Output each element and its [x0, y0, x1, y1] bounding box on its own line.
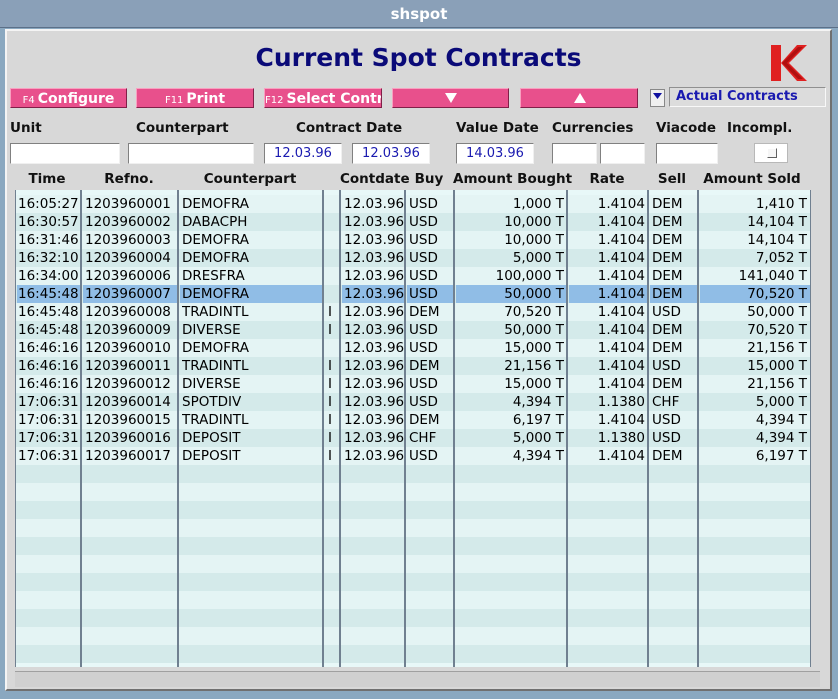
- contract-date-label: Contract Date: [296, 120, 403, 136]
- column-divider: [454, 190, 567, 667]
- column-divider: [15, 190, 81, 667]
- column-divider: [323, 190, 340, 667]
- column-divider: [178, 190, 323, 667]
- currencies-label: Currencies: [552, 120, 634, 136]
- contract-date-from-input[interactable]: 12.03.96: [264, 143, 342, 164]
- print-key: F11: [164, 95, 184, 106]
- column-divider: [81, 190, 178, 667]
- column-divider: [698, 190, 811, 667]
- select-label: Select Contr.: [286, 91, 382, 107]
- currency-1-input[interactable]: [552, 143, 597, 164]
- scroll-up-button[interactable]: [520, 88, 638, 108]
- column-divider: [567, 190, 648, 667]
- viacode-label: Viacode: [656, 120, 717, 136]
- view-dropdown[interactable]: Actual Contracts: [669, 87, 826, 107]
- col-header-counterpart[interactable]: Counterpart: [179, 171, 321, 189]
- checkbox-indicator: [767, 148, 777, 158]
- col-header-buy[interactable]: Buy: [405, 171, 453, 189]
- counterpart-input[interactable]: [128, 143, 254, 164]
- triangle-up-icon: [574, 93, 586, 103]
- print-label: Print: [186, 91, 226, 107]
- contract-date-to-input[interactable]: 12.03.96: [352, 143, 430, 164]
- scroll-down-button[interactable]: [392, 88, 509, 108]
- col-header-amount-sold[interactable]: Amount Sold: [697, 171, 807, 189]
- configure-label: Configure: [37, 91, 115, 107]
- col-header-sell[interactable]: Sell: [647, 171, 697, 189]
- triangle-down-icon: [445, 93, 457, 103]
- print-button[interactable]: F11 Print: [136, 88, 254, 108]
- configure-key: F4: [22, 95, 35, 106]
- value-date-input[interactable]: 14.03.96: [456, 143, 534, 164]
- main-panel: Current Spot Contracts F4 Configure F11 Pr…: [5, 29, 832, 691]
- configure-button[interactable]: F4 Configure: [10, 88, 127, 108]
- select-contracts-button[interactable]: F12 Select Contr.: [264, 88, 382, 108]
- status-bar: [15, 671, 820, 687]
- col-header-contdate[interactable]: Contdate: [340, 171, 410, 189]
- unit-label: Unit: [10, 120, 42, 136]
- contracts-table[interactable]: 16:05:27 1203960001 DEMOFRA 12.03.96 USD 1,00…: [15, 190, 811, 667]
- col-header-refno[interactable]: Refno.: [81, 171, 177, 189]
- unit-input[interactable]: [10, 143, 120, 164]
- value-date-label: Value Date: [456, 120, 539, 136]
- app-window: shspot Current Spot Contracts F4 Configur…: [0, 0, 838, 699]
- company-logo-icon: [771, 45, 807, 81]
- col-header-time[interactable]: Time: [15, 171, 79, 189]
- window-title[interactable]: shspot: [0, 0, 838, 28]
- column-divider: [648, 190, 698, 667]
- incomplete-checkbox[interactable]: [754, 143, 788, 163]
- incompl-label: Incompl.: [727, 120, 793, 136]
- viacode-input[interactable]: [656, 143, 718, 164]
- view-dropdown-toggle[interactable]: [650, 89, 665, 107]
- page-title: Current Spot Contracts: [255, 43, 582, 72]
- currency-2-input[interactable]: [600, 143, 645, 164]
- select-key: F12: [265, 95, 284, 106]
- col-header-amount-bought[interactable]: Amount Bought: [453, 171, 572, 189]
- column-divider: [405, 190, 454, 667]
- col-header-rate[interactable]: Rate: [566, 171, 648, 189]
- chevron-down-icon: [653, 93, 662, 99]
- counterpart-label: Counterpart: [136, 120, 229, 136]
- column-divider: [340, 190, 405, 667]
